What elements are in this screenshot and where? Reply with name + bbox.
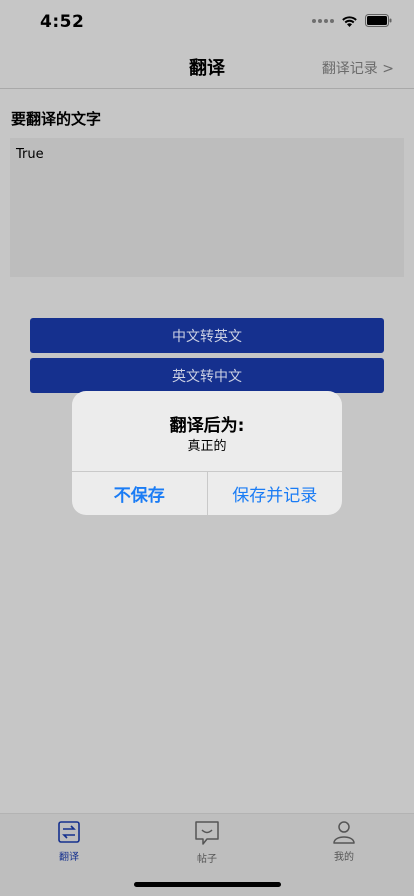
cellular-signal-icon <box>312 18 334 23</box>
status-bar: 4:52 <box>0 0 414 44</box>
tab-label: 我的 <box>334 852 354 863</box>
tab-translate[interactable]: 翻译 <box>19 820 119 863</box>
status-time: 4:52 <box>40 12 85 32</box>
zh-to-en-button[interactable]: 中文转英文 <box>30 318 384 353</box>
save-and-record-button[interactable]: 保存并记录 <box>208 472 343 515</box>
translate-text-input[interactable]: True <box>10 138 404 277</box>
tab-posts[interactable]: 帖子 <box>157 820 257 865</box>
person-icon <box>333 821 355 844</box>
alert-message: 真正的 <box>187 439 227 454</box>
chat-bubble-icon <box>195 821 219 845</box>
alert-title: 翻译后为: <box>169 416 245 436</box>
tab-label: 翻译 <box>59 852 79 863</box>
en-to-zh-button[interactable]: 英文转中文 <box>30 358 384 393</box>
translation-history-link[interactable]: 翻译记录 > <box>322 58 394 78</box>
status-icons <box>312 14 392 27</box>
tab-me[interactable]: 我的 <box>294 820 394 863</box>
translate-icon <box>58 821 80 843</box>
battery-icon <box>365 14 392 27</box>
input-label: 要翻译的文字 <box>11 110 102 128</box>
translation-result-alert: 翻译后为: 真正的 不保存 保存并记录 <box>72 391 342 515</box>
wifi-icon <box>342 15 357 27</box>
dont-save-button[interactable]: 不保存 <box>72 472 207 515</box>
tab-label: 帖子 <box>197 854 217 865</box>
nav-bar: 翻译 翻译记录 > <box>0 44 414 89</box>
home-indicator <box>134 882 281 887</box>
alert-actions: 不保存 保存并记录 <box>72 471 342 515</box>
